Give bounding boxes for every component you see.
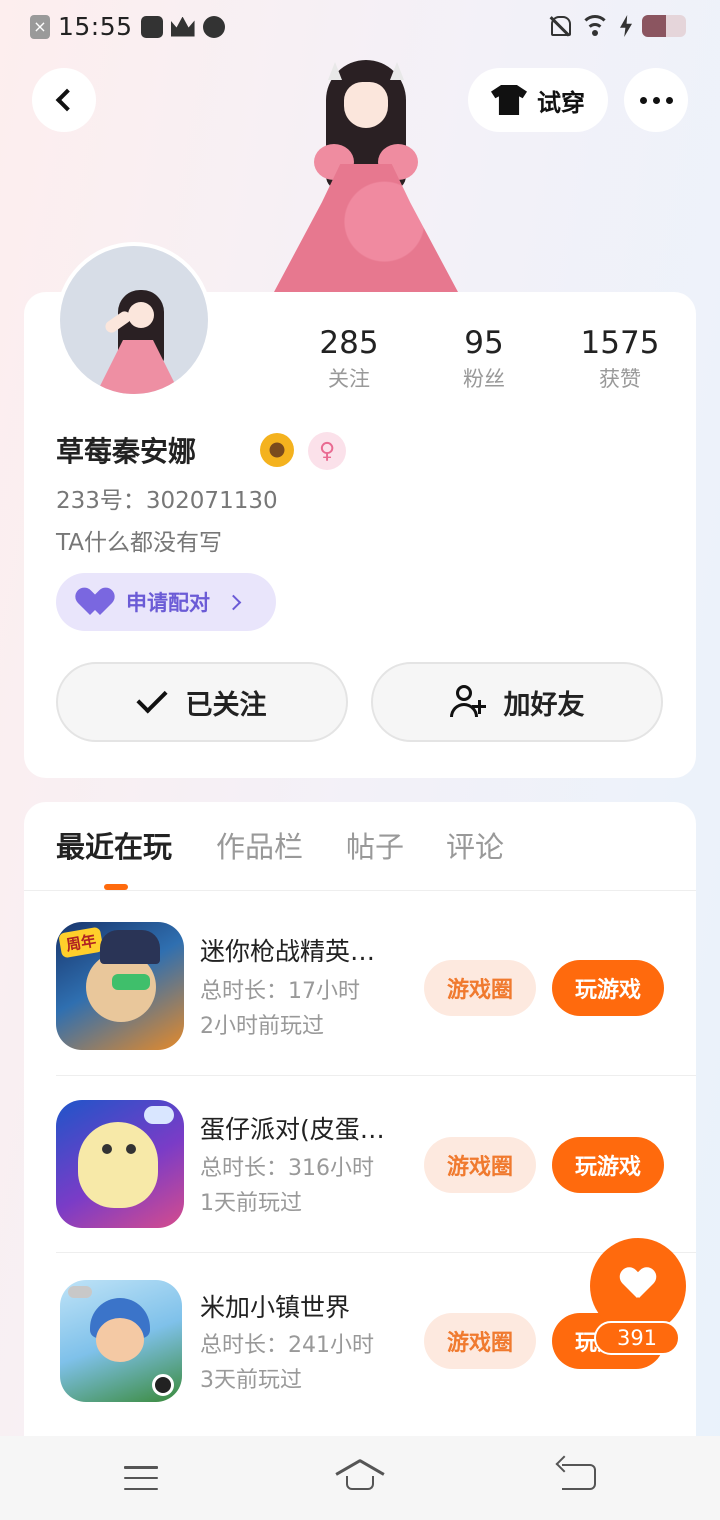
followed-label: 已关注 — [185, 689, 267, 721]
try-on-button[interactable]: 试穿 — [468, 68, 608, 132]
stat-label: 关注 — [328, 367, 370, 391]
play-game-button[interactable]: 玩游戏 — [552, 1137, 664, 1193]
back-arrow-icon — [55, 88, 79, 112]
status-time: 15:55 — [58, 12, 133, 41]
charging-icon — [620, 15, 632, 37]
stat-label: 获赞 — [599, 367, 641, 391]
bio: TA什么都没有写 — [56, 530, 222, 556]
try-on-label: 试穿 — [537, 88, 585, 117]
apply-pair-label: 申请配对 — [126, 591, 210, 615]
female-gender-icon: ♀ — [308, 432, 346, 470]
game-circle-button[interactable]: 游戏圈 — [424, 1137, 536, 1193]
stat-likes[interactable]: 1575 获赞 — [560, 324, 680, 394]
heart-icon — [82, 589, 116, 615]
home-icon[interactable] — [335, 1459, 385, 1492]
notification-close-icon: × — [30, 14, 50, 39]
add-friend-button[interactable]: 加好友 — [371, 662, 663, 742]
gender-symbol: ♀ — [318, 438, 336, 464]
game-circle-button[interactable]: 游戏圈 — [424, 1313, 536, 1369]
more-options-button[interactable] — [624, 68, 688, 132]
divider — [56, 1075, 696, 1076]
game-title[interactable]: 迷你枪战精英… — [200, 934, 410, 970]
back-button[interactable] — [32, 68, 96, 132]
stat-value: 95 — [464, 325, 504, 361]
shirt-icon — [491, 85, 527, 115]
check-icon — [135, 682, 168, 714]
mail-icon — [140, 15, 163, 38]
followed-button[interactable]: 已关注 — [56, 662, 348, 742]
stat-following[interactable]: 285 关注 — [289, 324, 409, 394]
apply-pair-button[interactable]: 申请配对 — [56, 573, 276, 631]
status-bar: × 15:55 — [0, 0, 720, 56]
game-last-played: 2小时前玩过 — [200, 1014, 324, 1039]
back-nav-icon[interactable] — [562, 1464, 596, 1490]
game-last-played: 1天前玩过 — [200, 1191, 302, 1216]
game-duration: 总时长：241小时 — [200, 1333, 374, 1358]
tab-comments[interactable]: 评论 — [446, 826, 504, 868]
play-game-button[interactable]: 玩游戏 — [552, 960, 664, 1016]
game-icon-miga-town[interactable] — [60, 1280, 182, 1402]
stat-label: 粉丝 — [463, 367, 505, 391]
sunflower-badge-icon[interactable] — [260, 433, 294, 467]
mute-bell-icon — [548, 14, 571, 38]
game-last-played: 3天前玩过 — [200, 1368, 302, 1393]
add-friend-icon — [449, 685, 486, 719]
game-icon-mini-gunfight[interactable]: 周年 — [56, 922, 184, 1050]
avatar[interactable] — [56, 242, 212, 398]
tab-recently-played[interactable]: 最近在玩 — [56, 826, 172, 868]
more-dots-icon — [639, 96, 673, 104]
game-duration: 总时长：316小时 — [200, 1156, 374, 1181]
chevron-right-icon — [225, 594, 242, 610]
user-id: 233号：302071130 — [56, 488, 278, 514]
add-friend-label: 加好友 — [503, 689, 585, 721]
username: 草莓秦安娜 — [56, 435, 197, 468]
divider — [56, 1252, 696, 1253]
stat-value: 285 — [319, 325, 379, 361]
anniversary-tag: 周年 — [58, 926, 104, 959]
stat-value: 1575 — [580, 325, 660, 361]
stat-fans[interactable]: 95 粉丝 — [424, 324, 544, 394]
wifi-icon — [580, 15, 610, 37]
tab-works[interactable]: 作品栏 — [216, 826, 303, 868]
like-count: 391 — [594, 1321, 680, 1355]
game-duration: 总时长：17小时 — [200, 979, 360, 1004]
game-icon-eggy-party[interactable] — [56, 1100, 184, 1228]
crown-icon — [170, 16, 195, 37]
game-title[interactable]: 蛋仔派对(皮蛋… — [200, 1112, 410, 1148]
avatar-outfit-figure — [268, 52, 464, 292]
game-circle-button[interactable]: 游戏圈 — [424, 960, 536, 1016]
system-nav-bar — [0, 1436, 720, 1520]
app-notification-icon — [202, 15, 225, 38]
heart-icon — [620, 1268, 656, 1300]
battery-icon — [642, 15, 686, 37]
game-title[interactable]: 米加小镇世界 — [200, 1290, 410, 1326]
recent-apps-menu-icon[interactable] — [124, 1466, 158, 1490]
tab-posts[interactable]: 帖子 — [346, 826, 404, 868]
like-button[interactable] — [590, 1238, 686, 1334]
divider — [24, 890, 696, 891]
